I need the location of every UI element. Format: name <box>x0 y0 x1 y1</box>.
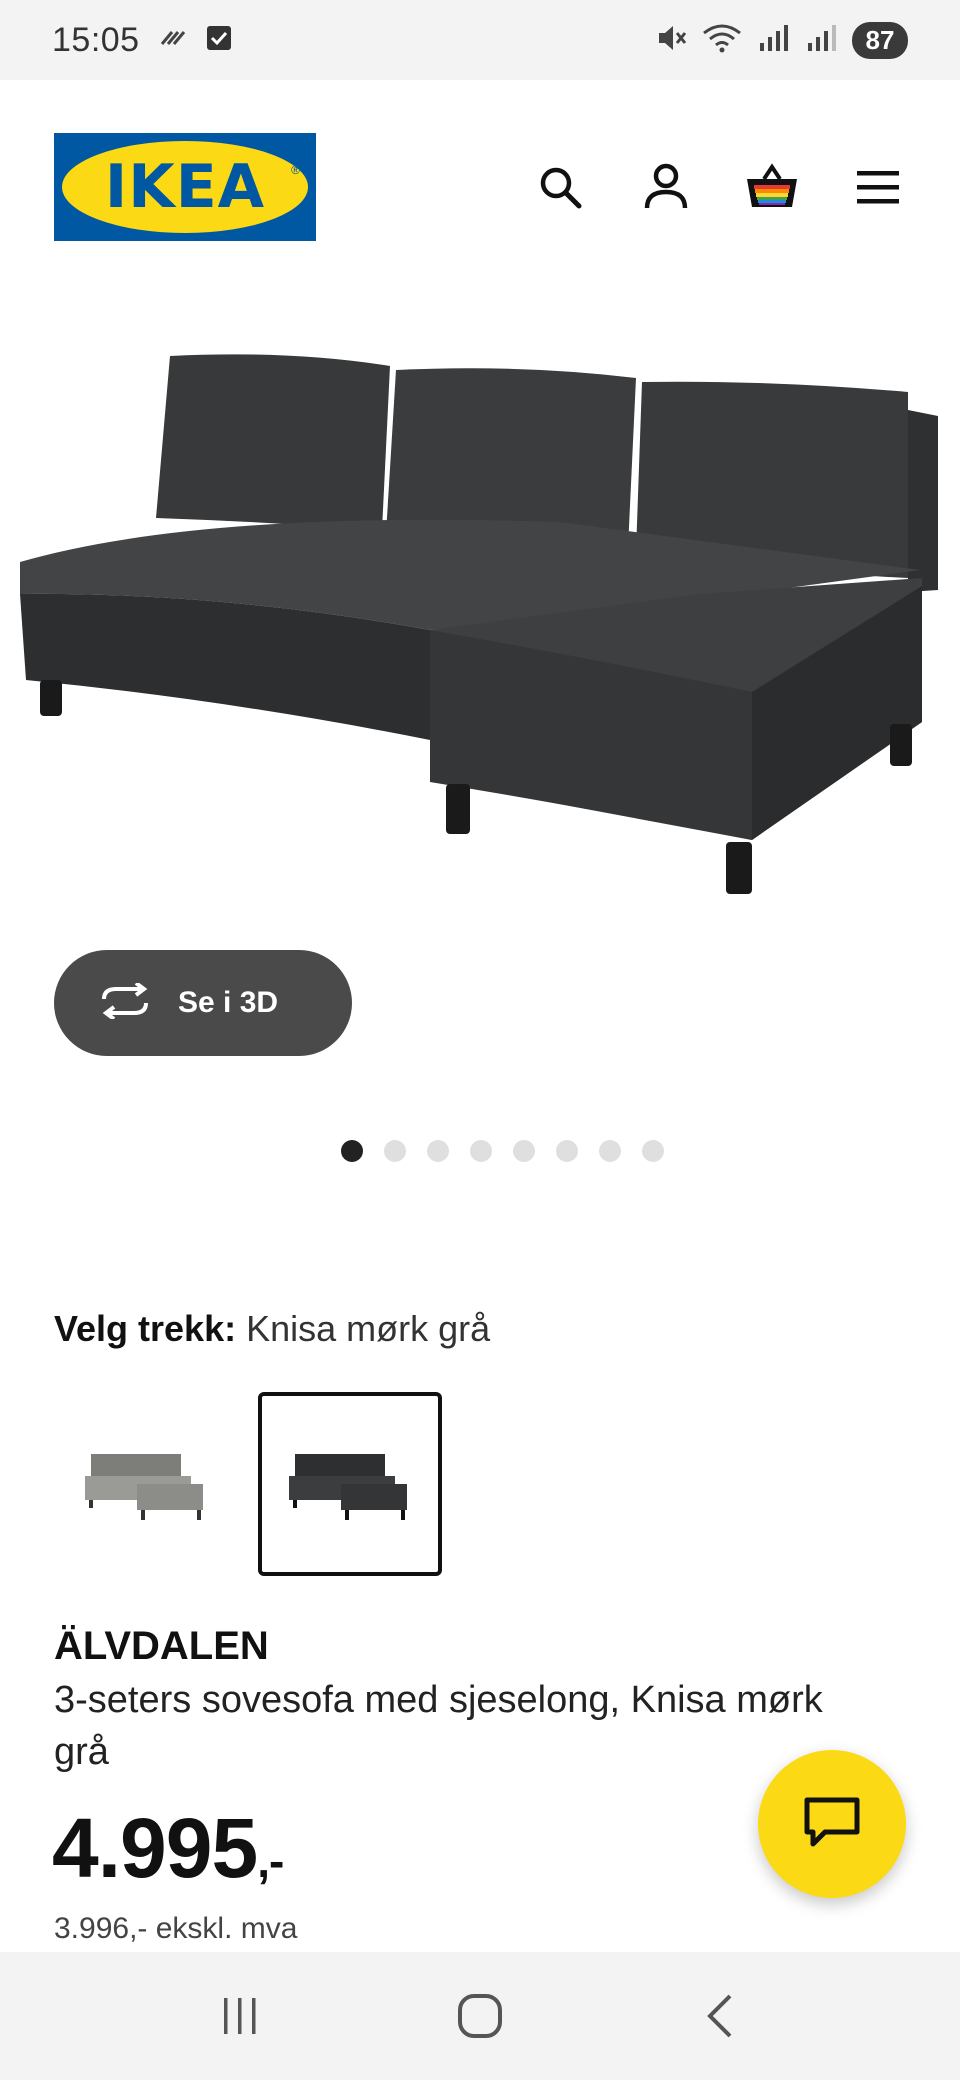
logo-text: IKEA <box>104 152 266 222</box>
recent-apps-icon[interactable] <box>200 1976 280 2056</box>
rotate-3d-icon <box>98 980 152 1024</box>
carousel-dot[interactable] <box>426 1140 449 1162</box>
carousel-dot[interactable] <box>598 1140 621 1162</box>
mute-icon <box>656 23 688 58</box>
status-bar: 15:05 87 <box>0 0 960 80</box>
product-price: 4.995,- <box>52 1800 284 1897</box>
ikea-logo[interactable]: IKEA ® <box>54 133 316 241</box>
swatch-dark-grey[interactable] <box>258 1392 442 1576</box>
swatch-light-grey[interactable] <box>54 1392 238 1576</box>
search-icon[interactable] <box>532 159 588 215</box>
carousel-dot[interactable] <box>469 1140 492 1162</box>
price-value: 4.995 <box>52 1801 258 1895</box>
back-icon[interactable] <box>680 1976 760 2056</box>
product-image[interactable] <box>0 330 960 930</box>
system-nav-bar <box>0 1952 960 2080</box>
checkbox-notification-icon <box>206 25 232 56</box>
signal-icon <box>804 23 838 58</box>
status-right: 87 <box>656 21 908 59</box>
carousel-dot[interactable] <box>383 1140 406 1162</box>
site-header: IKEA ® <box>0 80 960 294</box>
signal-r-icon <box>756 23 790 58</box>
variant-swatches <box>54 1392 442 1576</box>
carousel-dots <box>0 1140 960 1162</box>
unknown-icon <box>158 28 188 53</box>
carousel-dot[interactable] <box>340 1140 363 1162</box>
cart-icon[interactable] <box>744 159 800 215</box>
chat-button[interactable] <box>758 1750 906 1898</box>
menu-icon[interactable] <box>850 159 906 215</box>
status-left: 15:05 <box>52 21 232 60</box>
battery-indicator: 87 <box>852 21 908 59</box>
product-page: 15:05 87 IKEA ® Se i 3D Velg trekk: Knis… <box>0 0 960 2080</box>
wifi-icon <box>702 23 742 58</box>
price-suffix: ,- <box>257 1835 284 1887</box>
view-3d-label: Se i 3D <box>178 986 279 1019</box>
header-icons <box>532 159 906 215</box>
carousel-dot[interactable] <box>512 1140 535 1162</box>
variant-label: Velg trekk: <box>54 1308 237 1349</box>
registered-mark: ® <box>291 163 300 177</box>
price-ex-vat: 3.996,- ekskl. mva <box>54 1912 298 1945</box>
variant-label-row: Velg trekk: Knisa mørk grå <box>54 1308 490 1350</box>
chat-bubble-icon <box>803 1796 861 1853</box>
carousel-dot[interactable] <box>641 1140 664 1162</box>
view-3d-button[interactable]: Se i 3D <box>54 950 352 1056</box>
carousel-dot[interactable] <box>555 1140 578 1162</box>
status-time: 15:05 <box>52 20 140 59</box>
variant-selected-value: Knisa mørk grå <box>246 1308 491 1349</box>
product-name: ÄLVDALEN <box>54 1624 269 1668</box>
home-icon[interactable] <box>440 1976 520 2056</box>
logo-oval: IKEA <box>62 141 308 233</box>
product-description: 3-seters sovesofa med sjeselong, Knisa m… <box>54 1679 823 1773</box>
account-icon[interactable] <box>638 159 694 215</box>
